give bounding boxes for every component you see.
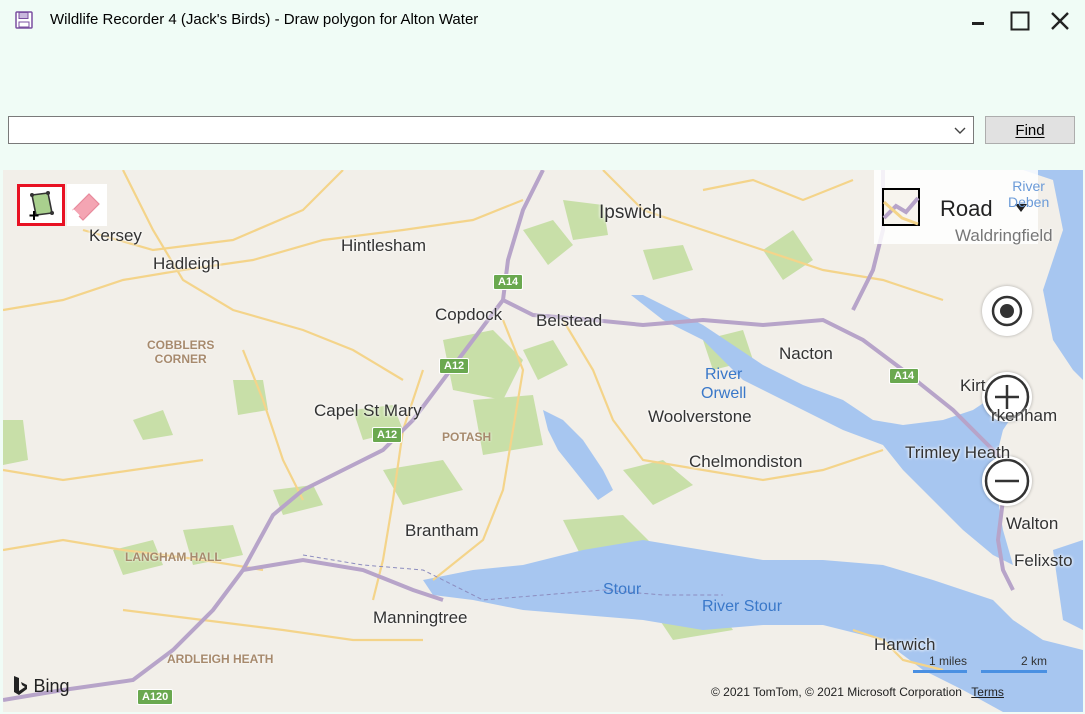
scale-miles-label: 1 miles — [928, 654, 967, 668]
road-shield: A12 — [439, 358, 470, 374]
location-search-input[interactable] — [13, 118, 947, 144]
town-label: Brantham — [405, 521, 479, 540]
area-label: LANGHAM HALL — [125, 550, 222, 564]
bing-logo: Bing — [11, 674, 69, 698]
town-label: Woolverstone — [648, 407, 752, 426]
water-label: River Stour — [702, 598, 783, 615]
town-label: Felixsto — [1014, 551, 1073, 570]
maximize-icon — [1010, 11, 1030, 31]
copyright-bar: © 2021 TomTom, © 2021 Microsoft Corporat… — [711, 685, 1004, 699]
maximize-button[interactable] — [1000, 4, 1040, 38]
water-label: River Orwell — [701, 366, 747, 402]
copyright-text: © 2021 TomTom, © 2021 Microsoft Corporat… — [711, 685, 962, 699]
scale-km-bar — [981, 670, 1047, 673]
map-base-layer — [3, 170, 1083, 712]
town-label: Hintlesham — [341, 236, 427, 255]
road-shield: A14 — [493, 274, 524, 290]
chevron-down-icon[interactable] — [951, 121, 969, 139]
bing-icon — [14, 676, 27, 695]
locate-icon — [991, 295, 1023, 327]
town-label: Ipswich — [599, 202, 663, 223]
search-row: Find — [0, 112, 1085, 148]
road-shield: A14 — [889, 368, 920, 384]
title-bar: Wildlife Recorder 4 (Jack's Birds) - Dra… — [0, 0, 1085, 42]
road-map-icon — [882, 188, 920, 226]
find-button[interactable]: Find — [985, 116, 1075, 144]
close-button[interactable] — [1040, 4, 1080, 38]
map-type-label: Road — [940, 196, 993, 221]
road-shield: A12 — [372, 427, 403, 443]
orwell-estuary — [631, 295, 1023, 565]
town-label: Chelmondiston — [689, 452, 803, 471]
bing-label: Bing — [33, 675, 70, 696]
draw-polygon-icon — [29, 191, 54, 220]
town-label: Copdock — [435, 305, 503, 324]
save-disk-icon — [15, 11, 33, 29]
town-label: Capel St Mary — [314, 401, 422, 420]
town-label: Trimley Heath — [905, 443, 1011, 462]
scale-miles-bar — [913, 670, 967, 673]
locate-me-button[interactable] — [982, 286, 1032, 336]
town-label: Hadleigh — [153, 254, 221, 273]
map-view[interactable]: Road Kersey Hadleigh Hintlesham Ipswich … — [3, 170, 1083, 712]
scale-km-label: 2 km — [1020, 654, 1047, 668]
town-label: Harwich — [874, 635, 936, 654]
town-label: Kersey — [89, 226, 142, 245]
find-button-label: Find — [1015, 121, 1045, 139]
window-title: Wildlife Recorder 4 (Jack's Birds) - Dra… — [50, 11, 479, 28]
eraser-button[interactable] — [67, 184, 107, 226]
scale-miles: 1 miles — [913, 654, 967, 673]
draw-polygon-button[interactable] — [17, 184, 65, 226]
town-label: Waldringfield — [955, 226, 1053, 245]
eraser-icon — [72, 193, 100, 221]
location-search-combobox[interactable] — [8, 116, 974, 144]
minimize-button[interactable] — [958, 4, 998, 38]
minimize-icon — [972, 22, 984, 25]
scale-km: 2 km — [981, 654, 1047, 673]
town-label: Walton — [1006, 514, 1059, 533]
water-label: Stour — [603, 581, 642, 598]
area-label: ARDLEIGH HEATH — [167, 652, 274, 666]
area-label: POTASH — [442, 430, 492, 444]
town-label: Kirt — [960, 376, 986, 395]
area-label: COBBLERS CORNER — [147, 338, 215, 366]
close-icon — [1051, 12, 1069, 30]
zoom-out-icon — [984, 458, 1030, 504]
town-label: Nacton — [779, 344, 833, 363]
zoom-out-button[interactable] — [982, 456, 1032, 506]
terms-link[interactable]: Terms — [971, 685, 1004, 699]
road-shield: A120 — [137, 689, 174, 705]
water-label: River Deben — [1008, 178, 1050, 210]
town-label: Manningtree — [373, 608, 468, 627]
town-label: rkenham — [991, 406, 1058, 425]
town-label: Belstead — [536, 311, 603, 330]
